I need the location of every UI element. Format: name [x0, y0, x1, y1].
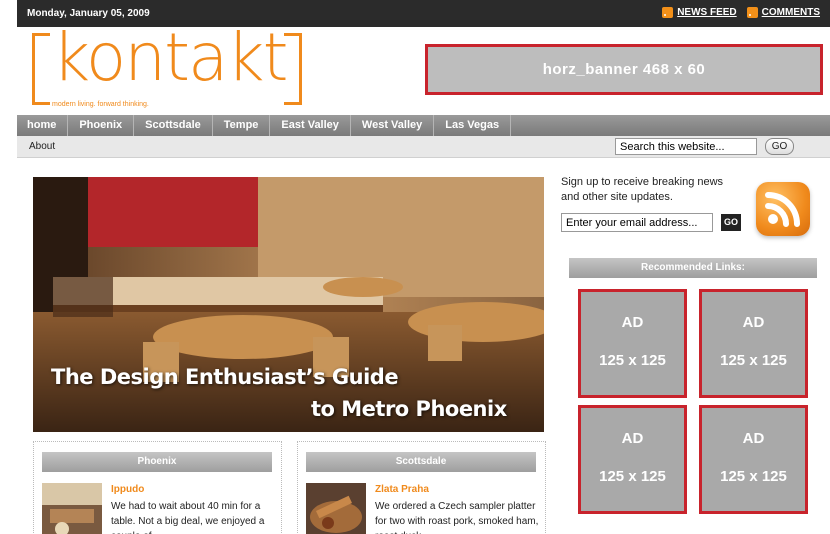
- nav-item-west-valley[interactable]: West Valley: [351, 115, 435, 136]
- ad-label: AD: [742, 314, 765, 331]
- current-date: Monday, January 05, 2009: [27, 8, 150, 19]
- signup-text: Sign up to receive breaking news and oth…: [561, 176, 724, 203]
- column-heading[interactable]: Phoenix: [42, 452, 272, 472]
- feed-links: NEWS FEED COMMENTS: [662, 7, 820, 18]
- post-thumbnail[interactable]: [42, 483, 102, 534]
- comments-feed-link[interactable]: COMMENTS: [746, 7, 820, 18]
- rss-large-icon[interactable]: [756, 182, 810, 236]
- nav-item-east-valley[interactable]: East Valley: [270, 115, 351, 136]
- post-title-link[interactable]: Ippudo: [111, 484, 144, 495]
- rss-symbol: [765, 192, 800, 227]
- ad-size: 125 x 125: [599, 468, 666, 485]
- rss-icon: [746, 7, 758, 18]
- post-title-link[interactable]: Zlata Praha: [375, 484, 429, 495]
- logo-left-bracket: [32, 33, 50, 105]
- scottsdale-column: Scottsdale Zlata Praha We ordered a Czec…: [297, 441, 546, 534]
- phoenix-column: Phoenix Ippudo We had to wait about 40 m…: [33, 441, 282, 534]
- logo-wordmark: kontakt: [52, 19, 288, 96]
- recommended-links-heading: Recommended Links:: [569, 258, 817, 278]
- nav-item-scottsdale[interactable]: Scottsdale: [134, 115, 213, 136]
- ad-size: 125 x 125: [720, 468, 787, 485]
- post-thumbnail[interactable]: [306, 483, 366, 534]
- news-feed-label: NEWS FEED: [677, 7, 737, 18]
- feature-caption-line1: The Design Enthusiast’s Guide: [51, 365, 399, 389]
- sidebar-ad[interactable]: AD 125 x 125: [578, 405, 687, 514]
- email-go-button[interactable]: GO: [721, 214, 741, 231]
- comments-feed-label: COMMENTS: [761, 7, 820, 18]
- main-nav: home Phoenix Scottsdale Tempe East Valle…: [17, 115, 830, 136]
- nav-item-home[interactable]: home: [17, 115, 69, 136]
- news-feed-link[interactable]: NEWS FEED: [662, 7, 737, 18]
- restaurant-photo: [33, 177, 544, 432]
- sidebar-ad[interactable]: AD 125 x 125: [699, 405, 808, 514]
- site-logo[interactable]: kontakt modern living. forward thinking.: [32, 25, 302, 109]
- ad-label: AD: [621, 430, 644, 447]
- column-heading[interactable]: Scottsdale: [306, 452, 536, 472]
- post-excerpt: We ordered a Czech sampler platter for t…: [375, 501, 539, 534]
- feature-caption-line2: to Metro Phoenix: [311, 397, 507, 421]
- nav-item-phoenix[interactable]: Phoenix: [68, 115, 135, 136]
- ad-label: AD: [742, 430, 765, 447]
- rss-icon: [662, 7, 674, 18]
- logo-right-bracket: [284, 33, 302, 105]
- ad-size: 125 x 125: [720, 352, 787, 369]
- nav-item-tempe[interactable]: Tempe: [213, 115, 271, 136]
- post-excerpt: We had to wait about 40 min for a table.…: [111, 501, 265, 534]
- email-input[interactable]: [561, 213, 713, 232]
- sidebar-ad[interactable]: AD 125 x 125: [699, 289, 808, 398]
- nav-item-las-vegas[interactable]: Las Vegas: [434, 115, 512, 136]
- featured-image[interactable]: The Design Enthusiast’s Guide to Metro P…: [33, 177, 544, 432]
- site-header: kontakt modern living. forward thinking.…: [17, 25, 830, 115]
- ad-size: 125 x 125: [599, 352, 666, 369]
- search-go-button[interactable]: GO: [765, 138, 794, 155]
- ad-label: AD: [621, 314, 644, 331]
- sidebar-ad[interactable]: AD 125 x 125: [578, 289, 687, 398]
- about-link[interactable]: About: [29, 141, 55, 152]
- header-banner-ad[interactable]: horz_banner 468 x 60: [425, 44, 823, 95]
- logo-tagline: modern living. forward thinking.: [52, 101, 149, 108]
- search-input[interactable]: [615, 138, 757, 155]
- sub-nav: About GO: [17, 136, 830, 158]
